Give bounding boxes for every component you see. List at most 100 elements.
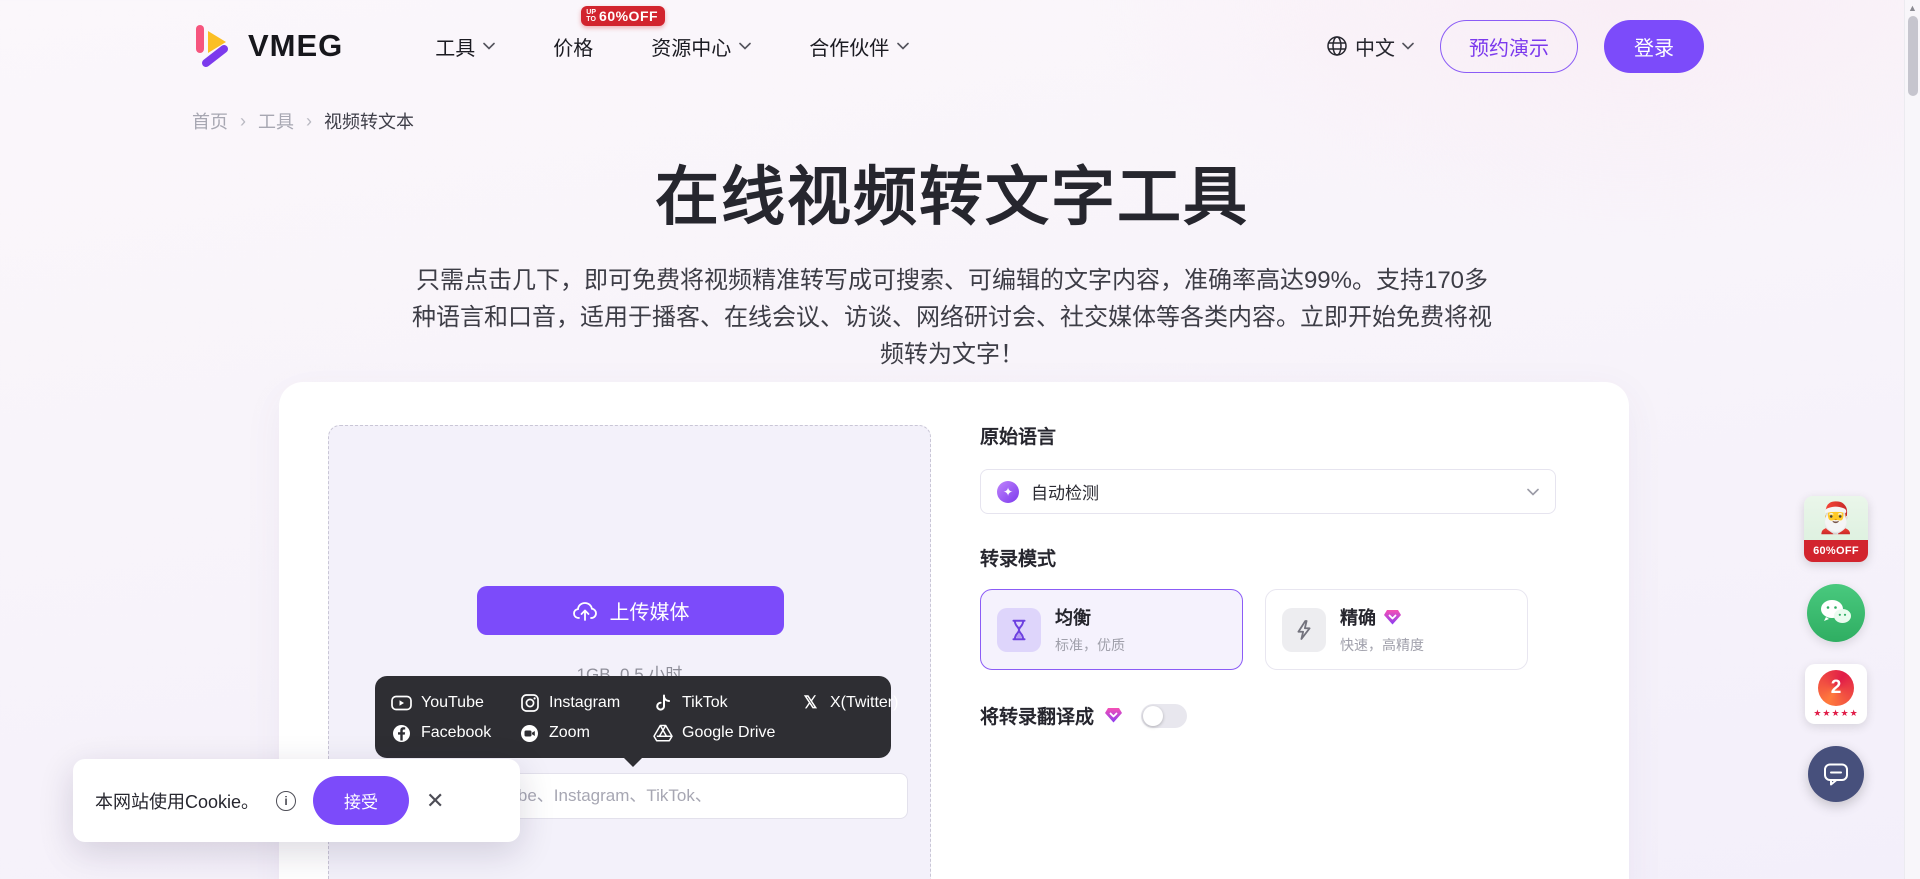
zoom-icon: [519, 723, 540, 744]
x-twitter-icon: 𝕏: [803, 693, 818, 712]
platform-tiktok[interactable]: TikTok: [652, 693, 800, 714]
platform-facebook[interactable]: Facebook: [391, 723, 519, 744]
platform-tooltip: YouTube Instagram TikTok 𝕏 X(Twitter) Fa…: [375, 676, 898, 767]
lightning-icon: [1282, 607, 1326, 652]
source-language-value: 自动检测: [1031, 484, 1099, 503]
platform-x-twitter[interactable]: 𝕏 X(Twitter): [800, 693, 899, 714]
brand-name: VMEG: [248, 28, 344, 63]
scrollbar-thumb[interactable]: [1908, 16, 1918, 96]
cookie-banner: 本网站使用Cookie。 i 接受 ✕: [73, 759, 520, 842]
chevron-down-icon: [1402, 42, 1414, 50]
facebook-icon: [391, 723, 412, 744]
login-button[interactable]: 登录: [1604, 19, 1704, 73]
mode-title: 精确: [1340, 608, 1376, 628]
nav-item-partners[interactable]: 合作伙伴: [809, 32, 910, 61]
badge-up: UP: [586, 8, 597, 16]
tiktok-icon: [652, 693, 673, 714]
header-actions: 中文 预约演示 登录: [1326, 19, 1704, 73]
page-title: 在线视频转文字工具: [655, 161, 1249, 233]
mode-card-balanced[interactable]: 均衡 标准，优质: [980, 589, 1243, 670]
breadcrumb-tools[interactable]: 工具: [258, 108, 294, 134]
language-selector[interactable]: 中文: [1326, 32, 1414, 61]
g2-review-widget[interactable]: 2 ★★★★★: [1805, 664, 1867, 724]
platform-label: X(Twitter): [830, 694, 899, 711]
instagram-icon: [519, 693, 540, 714]
platform-label: YouTube: [421, 694, 484, 711]
christmas-promo-widget[interactable]: 🎅 60%OFF: [1804, 496, 1868, 562]
top-navigation: VMEG 工具 价格 UP TO 60%OFF 资源中心 合作伙伴 中文 预约演…: [0, 0, 1904, 92]
brand-logo[interactable]: VMEG: [192, 23, 343, 69]
scrollbar-up-arrow[interactable]: ▲: [1908, 3, 1917, 13]
transcription-options: 原始语言 ✦ 自动检测 转录模式 均衡 标准，优质 精确 快速，高精度 将转录翻…: [980, 422, 1556, 729]
main-menu: 工具 价格 UP TO 60%OFF 资源中心 合作伙伴: [435, 5, 910, 61]
platform-label: Instagram: [549, 694, 621, 711]
floating-widgets: 🎅 60%OFF 2 ★★★★★: [1802, 496, 1870, 802]
badge-to: TO: [586, 15, 596, 23]
mode-subtitle: 快速，高精度: [1340, 637, 1424, 653]
platform-instagram[interactable]: Instagram: [519, 693, 652, 714]
language-label: 中文: [1355, 37, 1395, 60]
live-chat-button[interactable]: [1808, 746, 1864, 802]
wechat-widget[interactable]: [1807, 584, 1865, 642]
platform-google-drive[interactable]: Google Drive: [652, 723, 800, 744]
translate-toggle[interactable]: [1141, 703, 1188, 728]
breadcrumb-current: 视频转文本: [324, 112, 414, 132]
nav-item-tools[interactable]: 工具: [435, 32, 496, 61]
translate-row: 将转录翻译成: [980, 702, 1556, 729]
promo-off-label: 60%OFF: [1804, 540, 1868, 562]
platform-label: Zoom: [549, 724, 590, 741]
santa-icon: 🎅: [1817, 501, 1855, 535]
mode-texts: 精确 快速，高精度: [1340, 604, 1424, 655]
chevron-down-icon: [1527, 488, 1539, 496]
page-scrollbar: ▲: [1904, 0, 1920, 879]
youtube-icon: [391, 693, 412, 714]
nav-label: 工具: [435, 37, 476, 60]
mode-title: 均衡: [1055, 608, 1091, 628]
g2-logo-icon: 2: [1818, 669, 1854, 706]
nav-item-pricing[interactable]: 价格 UP TO 60%OFF: [553, 5, 666, 61]
upload-media-button[interactable]: 上传媒体: [477, 586, 784, 635]
nav-label: 价格: [553, 37, 594, 60]
nav-item-resources[interactable]: 资源中心: [651, 32, 752, 61]
discount-badge: UP TO 60%OFF: [581, 5, 666, 26]
wechat-icon: [1821, 600, 1851, 623]
upload-button-label: 上传媒体: [609, 602, 690, 624]
hourglass-icon: [997, 607, 1041, 652]
chat-bubble-icon: [1824, 763, 1848, 786]
chevron-down-icon: [483, 42, 496, 50]
mode-card-precise[interactable]: 精确 快速，高精度: [1265, 589, 1528, 670]
cookie-message: 本网站使用Cookie。: [95, 791, 260, 812]
platform-label: TikTok: [682, 694, 728, 711]
breadcrumb-separator: ›: [306, 110, 312, 131]
breadcrumb-home[interactable]: 首页: [192, 108, 228, 134]
cookie-close-icon[interactable]: ✕: [426, 789, 444, 812]
cloud-upload-icon: [572, 601, 597, 621]
platform-youtube[interactable]: YouTube: [391, 693, 519, 714]
cookie-accept-button[interactable]: 接受: [313, 776, 410, 825]
chevron-down-icon: [739, 42, 752, 50]
source-language-label: 原始语言: [980, 427, 1057, 448]
breadcrumb: 首页 › 工具 › 视频转文本: [192, 108, 414, 134]
vmeg-logo-icon: [196, 25, 228, 67]
platform-label: Facebook: [421, 724, 492, 741]
platform-zoom[interactable]: Zoom: [519, 723, 652, 744]
translate-label: 将转录翻译成: [980, 707, 1095, 728]
mode-texts: 均衡 标准，优质: [1055, 604, 1125, 655]
auto-detect-sparkle-icon: ✦: [997, 480, 1019, 503]
info-icon[interactable]: i: [276, 790, 297, 811]
mode-subtitle: 标准，优质: [1055, 637, 1125, 653]
nav-label: 合作伙伴: [809, 37, 890, 60]
toggle-knob: [1143, 705, 1164, 726]
platform-label: Google Drive: [682, 724, 776, 741]
premium-gem-icon: [1384, 609, 1401, 624]
google-drive-icon: [652, 723, 673, 744]
transcription-mode-label: 转录模式: [980, 549, 1057, 570]
nav-label: 资源中心: [651, 37, 732, 60]
breadcrumb-separator: ›: [240, 110, 246, 131]
g2-stars: ★★★★★: [1813, 707, 1859, 718]
page-description: 只需点击几下，即可免费将视频精准转写成可搜索、可编辑的文字内容，准确率高达99%…: [412, 267, 1492, 368]
book-demo-button[interactable]: 预约演示: [1440, 19, 1578, 73]
globe-icon: [1327, 36, 1347, 56]
premium-gem-icon: [1105, 708, 1123, 723]
source-language-select[interactable]: ✦ 自动检测: [980, 469, 1556, 514]
